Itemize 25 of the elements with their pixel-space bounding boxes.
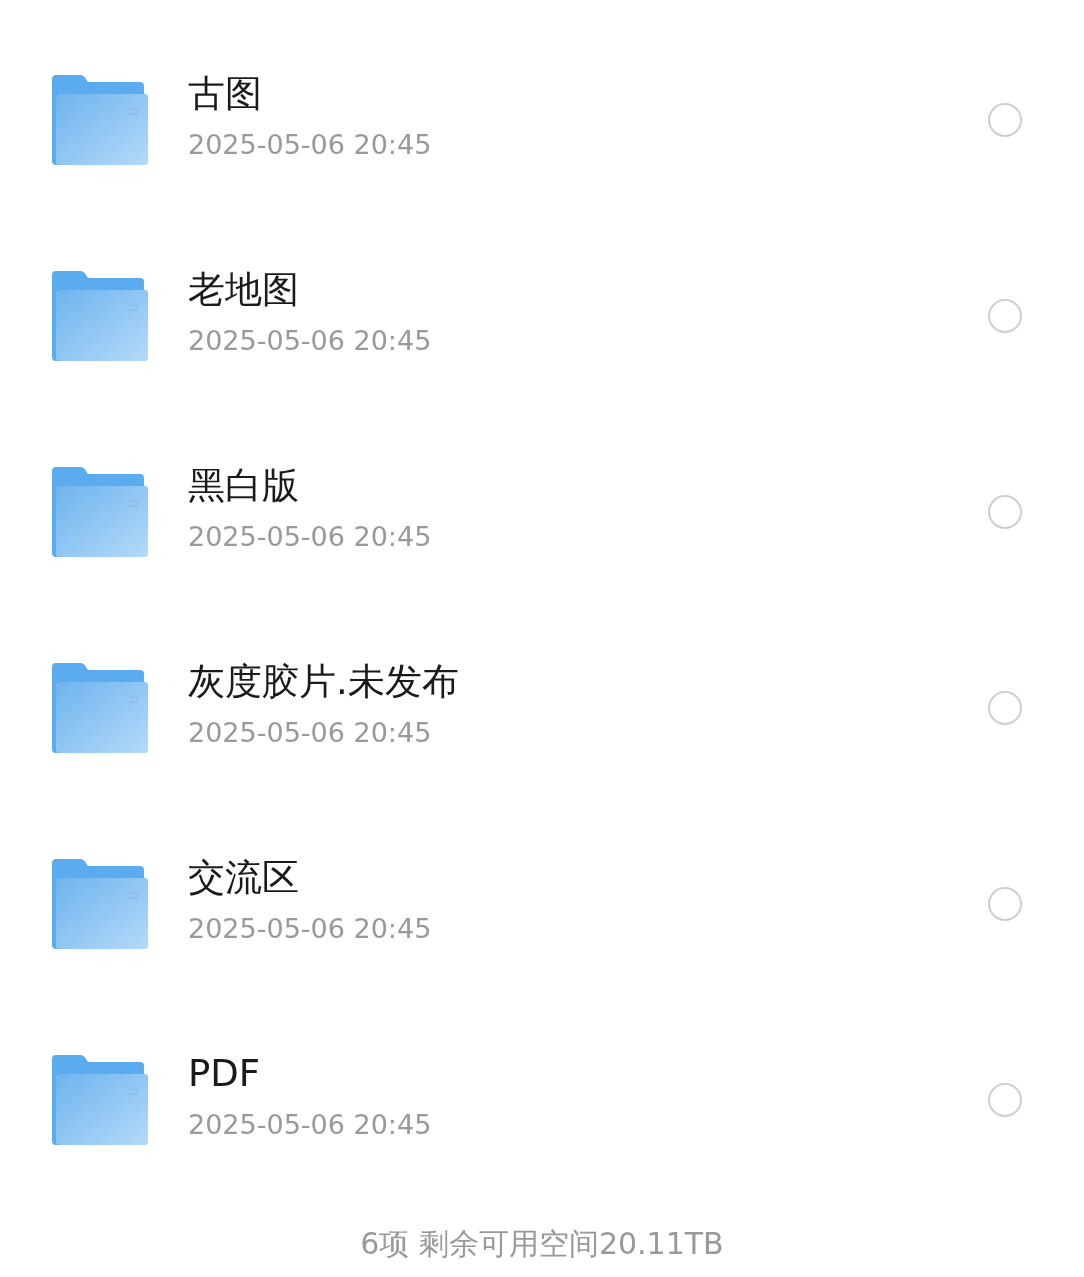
folder-icon bbox=[50, 859, 148, 949]
folder-name: 灰度胶片.未发布 bbox=[188, 660, 459, 705]
modified-date: 2025-05-06 20:45 bbox=[188, 1108, 432, 1140]
select-radio[interactable] bbox=[988, 1083, 1022, 1117]
modified-date: 2025-05-06 20:45 bbox=[188, 520, 432, 552]
modified-date: 2025-05-06 20:45 bbox=[188, 128, 432, 160]
folder-icon bbox=[50, 75, 148, 165]
folder-name: PDF bbox=[188, 1052, 261, 1097]
select-radio[interactable] bbox=[988, 103, 1022, 137]
storage-summary: 6项 剩余可用空间20.11TB bbox=[360, 1226, 724, 1261]
select-radio[interactable] bbox=[988, 495, 1022, 529]
modified-date: 2025-05-06 20:45 bbox=[188, 716, 432, 748]
select-radio[interactable] bbox=[988, 299, 1022, 333]
folder-icon bbox=[50, 1055, 148, 1145]
folder-icon bbox=[50, 663, 148, 753]
folder-icon bbox=[50, 271, 148, 361]
folder-name: 老地图 bbox=[188, 268, 299, 313]
folder-name: 古图 bbox=[188, 72, 262, 117]
select-radio[interactable] bbox=[988, 691, 1022, 725]
folder-name: 交流区 bbox=[188, 856, 299, 901]
modified-date: 2025-05-06 20:45 bbox=[188, 912, 432, 944]
folder-name: 黑白版 bbox=[188, 464, 299, 509]
folder-icon bbox=[50, 467, 148, 557]
select-radio[interactable] bbox=[988, 887, 1022, 921]
modified-date: 2025-05-06 20:45 bbox=[188, 324, 432, 356]
